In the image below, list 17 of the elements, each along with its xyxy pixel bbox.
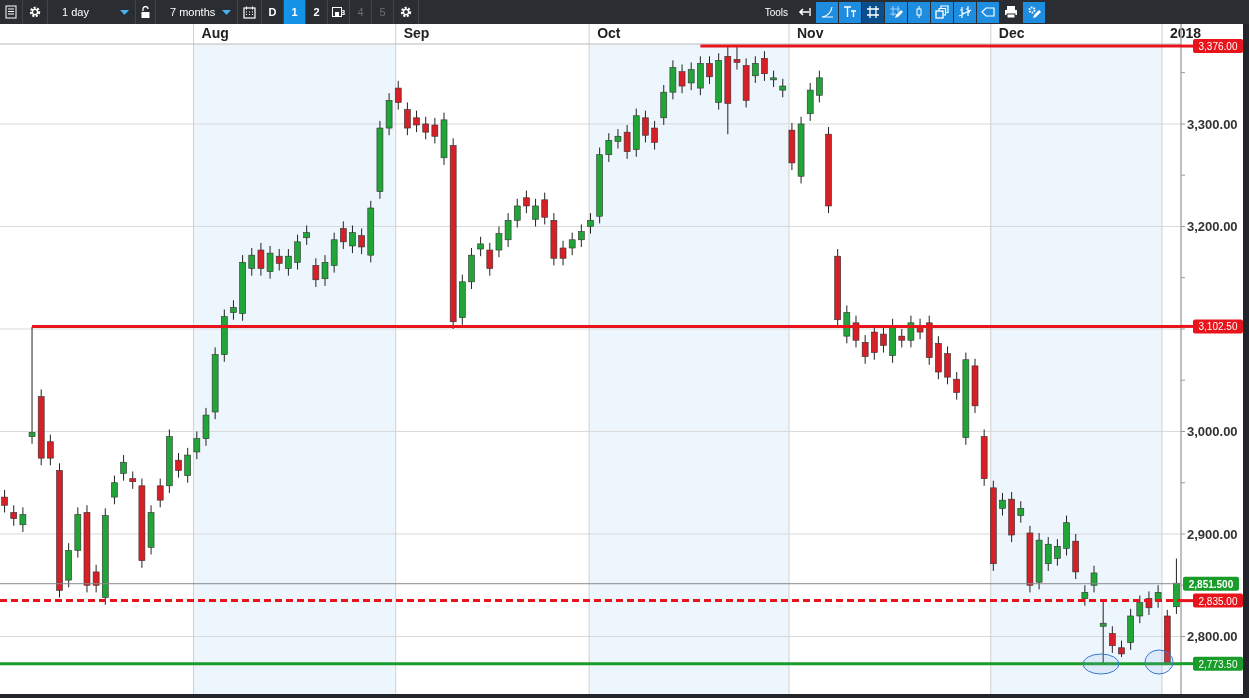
ref-line-label: 2,835.00: [1198, 595, 1238, 607]
month-label: Aug: [201, 25, 229, 41]
tools-label: Tools: [764, 6, 788, 18]
ref-line-label: 2,773.50: [1198, 658, 1238, 670]
axis-label: 2,900.00: [1187, 527, 1238, 542]
month-label: Nov: [797, 25, 824, 41]
month-label: Sep: [403, 25, 430, 41]
ref-line-label: 3,376.00: [1198, 41, 1238, 53]
ref-line-label: 2,851.500: [1188, 578, 1234, 590]
ref-line-label: 3,102.50: [1198, 321, 1238, 333]
axis-label: 2,800.00: [1187, 629, 1238, 645]
axis-label: 3,000.00: [1187, 424, 1238, 440]
axis-label: 3,200.00: [1187, 219, 1238, 235]
axis-label: 3,300.00: [1187, 116, 1238, 132]
month-label: 2018: [1170, 25, 1202, 41]
month-label: Dec: [998, 25, 1025, 41]
month-label: Oct: [597, 25, 621, 41]
